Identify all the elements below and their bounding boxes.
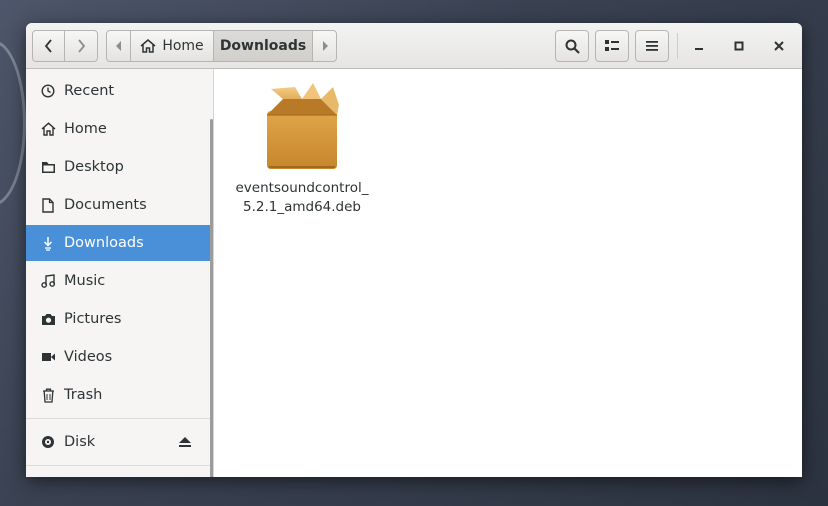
sidebar-item-label: Downloads bbox=[64, 235, 144, 251]
document-icon bbox=[40, 197, 56, 213]
path-home-button[interactable]: Home bbox=[130, 30, 214, 62]
close-icon bbox=[774, 41, 784, 51]
triangle-left-icon bbox=[115, 41, 121, 51]
close-button[interactable] bbox=[764, 30, 794, 62]
view-toggle-button[interactable] bbox=[595, 30, 629, 62]
trash-icon bbox=[40, 387, 56, 403]
sidebar-item-recent[interactable]: Recent bbox=[26, 73, 213, 109]
eject-icon bbox=[179, 437, 191, 447]
triangle-right-icon bbox=[322, 41, 328, 51]
path-bar: Home Downloads bbox=[106, 30, 337, 62]
sidebar-separator bbox=[26, 418, 210, 419]
sidebar-item-videos[interactable]: Videos bbox=[26, 339, 213, 375]
sidebar-item-label: Videos bbox=[64, 349, 113, 365]
path-current-button[interactable]: Downloads bbox=[213, 30, 313, 62]
camera-icon bbox=[40, 311, 56, 327]
header-bar: Home Downloads bbox=[26, 23, 802, 69]
home-icon bbox=[40, 121, 56, 137]
path-home-label: Home bbox=[162, 38, 204, 54]
navigation-buttons bbox=[32, 30, 98, 62]
chevron-left-icon bbox=[44, 39, 52, 53]
minimize-button[interactable] bbox=[684, 30, 714, 62]
sidebar-item-label: Music bbox=[64, 273, 106, 289]
file-name: eventsoundcontrol_5.2.1_amd64.deb bbox=[235, 180, 369, 215]
sidebar-item-trash[interactable]: Trash bbox=[26, 377, 213, 413]
folder-icon bbox=[40, 159, 56, 175]
path-current-label: Downloads bbox=[219, 38, 307, 54]
sidebar-scrollbar[interactable] bbox=[210, 119, 213, 477]
sidebar-item-documents[interactable]: Documents bbox=[26, 187, 213, 223]
home-icon bbox=[140, 39, 156, 53]
wallpaper-decoration bbox=[0, 40, 26, 206]
path-scroll-right-button[interactable] bbox=[312, 30, 337, 62]
download-icon bbox=[40, 235, 56, 251]
eject-button[interactable] bbox=[178, 424, 192, 460]
back-button[interactable] bbox=[32, 30, 65, 62]
sidebar-item-home[interactable]: Home bbox=[26, 111, 213, 147]
forward-button[interactable] bbox=[64, 30, 98, 62]
maximize-button[interactable] bbox=[724, 30, 754, 62]
menu-button[interactable] bbox=[635, 30, 669, 62]
sidebar-item-desktop[interactable]: Desktop bbox=[26, 149, 213, 185]
hamburger-menu-icon bbox=[646, 41, 658, 51]
sidebar-item-label: Desktop bbox=[64, 159, 124, 175]
sidebar-item-music[interactable]: Music bbox=[26, 263, 213, 299]
disk-icon bbox=[40, 434, 56, 450]
sidebar-item-downloads[interactable]: Downloads bbox=[26, 225, 213, 261]
path-scroll-left-button[interactable] bbox=[106, 30, 131, 62]
chevron-right-icon bbox=[78, 39, 86, 53]
places-sidebar: Recent Home Desktop Documents Downloads bbox=[26, 69, 214, 477]
sidebar-item-pictures[interactable]: Pictures bbox=[26, 301, 213, 337]
minimize-icon bbox=[695, 48, 703, 50]
file-item[interactable]: eventsoundcontrol_5.2.1_amd64.deb bbox=[235, 81, 369, 217]
sidebar-item-label: Recent bbox=[64, 83, 115, 99]
search-icon bbox=[565, 39, 580, 54]
list-view-icon bbox=[605, 40, 619, 51]
sidebar-item-disk[interactable]: Disk bbox=[26, 424, 213, 460]
maximize-icon bbox=[734, 41, 744, 51]
sidebar-item-label: Home bbox=[64, 121, 107, 137]
music-note-icon bbox=[40, 273, 56, 289]
file-manager-window: Home Downloads Recent Home Desktop Docum… bbox=[26, 23, 802, 477]
sidebar-separator bbox=[26, 465, 210, 466]
search-button[interactable] bbox=[555, 30, 589, 62]
sidebar-item-label: Disk bbox=[64, 434, 96, 450]
file-view: eventsoundcontrol_5.2.1_amd64.deb bbox=[215, 69, 802, 477]
package-box-icon bbox=[267, 83, 339, 169]
sidebar-item-label: Pictures bbox=[64, 311, 122, 327]
header-separator bbox=[677, 33, 678, 59]
sidebar-item-label: Trash bbox=[64, 387, 103, 403]
clock-icon bbox=[40, 83, 56, 99]
video-icon bbox=[40, 349, 56, 365]
sidebar-item-label: Documents bbox=[64, 197, 147, 213]
